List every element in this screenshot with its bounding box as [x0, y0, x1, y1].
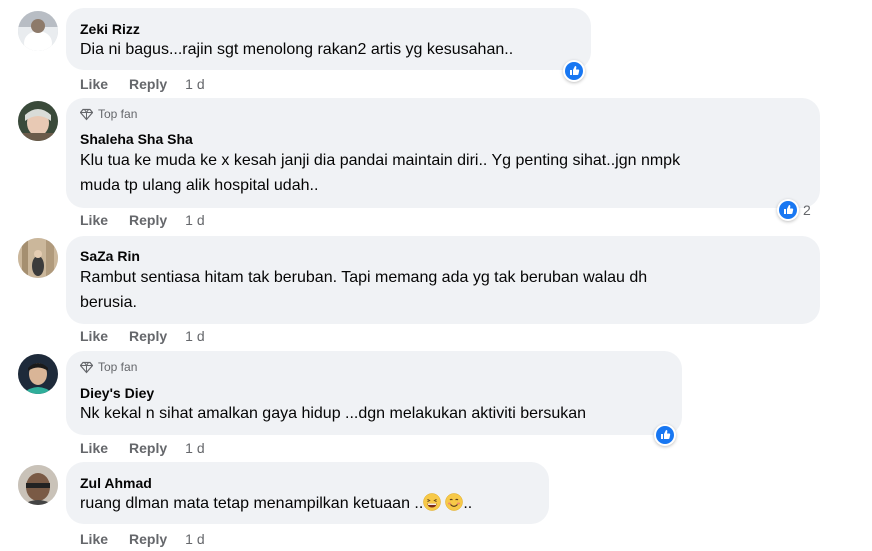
comment-timestamp[interactable]: 1 d — [185, 211, 204, 229]
comment-actions: Like Reply 1 d — [80, 439, 205, 457]
grinning-squinting-face-emoji — [423, 493, 442, 511]
comment-author[interactable]: Diey's Diey — [80, 384, 154, 402]
reply-button[interactable]: Reply — [129, 530, 167, 548]
badge-label: Top fan — [98, 360, 138, 374]
diamond-icon — [80, 108, 93, 121]
reply-button[interactable]: Reply — [129, 211, 167, 229]
comment-bubble: Top fan Diey's Diey Nk kekal n sihat ama… — [66, 351, 682, 435]
like-button[interactable]: Like — [80, 211, 108, 229]
comment-author[interactable]: Zul Ahmad — [80, 474, 152, 492]
avatar[interactable] — [18, 465, 58, 505]
comment-actions: Like Reply 1 d — [80, 530, 205, 548]
diamond-icon — [80, 361, 93, 374]
avatar[interactable] — [18, 101, 58, 141]
avatar[interactable] — [18, 354, 58, 394]
comment-bubble: Zeki Rizz Dia ni bagus...rajin sgt menol… — [66, 8, 591, 70]
comment-actions: Like Reply 1 d — [80, 327, 205, 345]
comment-timestamp[interactable]: 1 d — [185, 327, 204, 345]
like-button[interactable]: Like — [80, 75, 108, 93]
comment-author[interactable]: SaZa Rin — [80, 247, 140, 265]
reply-button[interactable]: Reply — [129, 439, 167, 457]
like-button[interactable]: Like — [80, 327, 108, 345]
comment-actions: Like Reply 1 d — [80, 75, 205, 93]
smiling-face-emoji — [445, 493, 464, 511]
like-icon — [777, 199, 799, 221]
like-icon — [654, 424, 676, 446]
reaction-summary[interactable] — [654, 424, 676, 446]
like-button[interactable]: Like — [80, 439, 108, 457]
comment-actions: Like Reply 1 d — [80, 211, 205, 229]
comment-author[interactable]: Zeki Rizz — [80, 20, 140, 38]
reaction-summary[interactable]: 2 — [777, 199, 811, 221]
badge-label: Top fan — [98, 107, 138, 121]
comment-text: Dia ni bagus...rajin sgt menolong rakan2… — [80, 41, 514, 58]
comment-text: Klu tua ke muda ke x kesah janji dia pan… — [80, 152, 681, 169]
reaction-count: 2 — [803, 202, 811, 218]
comment-text: Rambut sentiasa hitam tak beruban. Tapi … — [80, 269, 648, 286]
comment-text-part: .. — [463, 495, 473, 512]
avatar[interactable] — [18, 11, 58, 51]
comment-bubble: SaZa Rin Rambut sentiasa hitam tak berub… — [66, 236, 820, 324]
comment-text: ruang dlman mata tetap menampilkan ketua… — [80, 492, 472, 516]
comment-timestamp[interactable]: 1 d — [185, 75, 204, 93]
top-fan-badge[interactable]: Top fan — [80, 106, 137, 122]
reply-button[interactable]: Reply — [129, 327, 167, 345]
comment-text: berusia. — [80, 294, 137, 311]
comment-author[interactable]: Shaleha Sha Sha — [80, 130, 193, 148]
comment-text-part: ruang dlman mata tetap menampilkan ketua… — [80, 495, 424, 512]
comment-timestamp[interactable]: 1 d — [185, 530, 204, 548]
reaction-summary[interactable] — [563, 60, 585, 82]
top-fan-badge[interactable]: Top fan — [80, 359, 137, 375]
avatar[interactable] — [18, 238, 58, 278]
comment-timestamp[interactable]: 1 d — [185, 439, 204, 457]
like-button[interactable]: Like — [80, 530, 108, 548]
like-icon — [563, 60, 585, 82]
comment-text: Nk kekal n sihat amalkan gaya hidup ...d… — [80, 405, 587, 422]
comment-text: muda tp ulang alik hospital udah.. — [80, 177, 319, 194]
comment-bubble: Zul Ahmad ruang dlman mata tetap menampi… — [66, 462, 549, 524]
reply-button[interactable]: Reply — [129, 75, 167, 93]
comment-bubble: Top fan Shaleha Sha Sha Klu tua ke muda … — [66, 98, 820, 208]
